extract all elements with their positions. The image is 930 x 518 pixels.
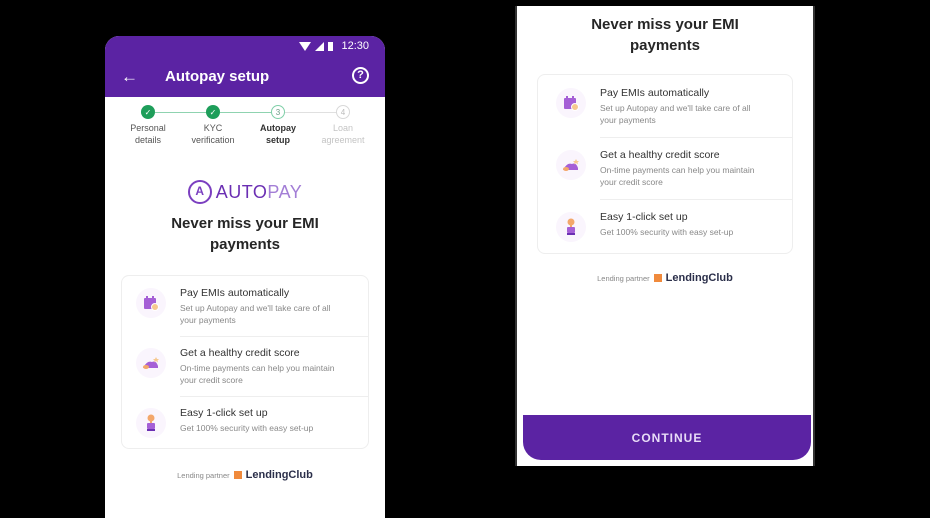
screenshot-canvas: 12:30 ← Autopay setup ? ✓ Personal detail… — [0, 0, 930, 518]
feature-item: Get a healthy credit score On-time payme… — [538, 137, 792, 199]
step-label: details — [134, 135, 161, 145]
lending-partner: Lending partner LendingClub — [517, 272, 813, 284]
feature-desc: your credit score — [600, 177, 663, 187]
step-label: Loan — [332, 123, 354, 133]
feature-item: Easy 1-click set up Get 100% security wi… — [122, 396, 368, 448]
feature-title: Get a healthy credit score — [180, 347, 300, 359]
lendingclub-logo-icon — [653, 274, 662, 282]
feature-desc: Set up Autopay and we'll take care of al… — [180, 303, 331, 313]
question-circle-icon[interactable]: ? — [352, 67, 369, 84]
one-click-icon — [136, 408, 166, 438]
status-bar: 12:30 — [299, 40, 369, 52]
one-click-icon — [556, 212, 586, 242]
status-time: 12:30 — [341, 40, 369, 52]
feature-title: Get a healthy credit score — [600, 149, 720, 161]
feature-item: Pay EMIs automatically Set up Autopay an… — [538, 75, 792, 137]
feature-desc: your payments — [180, 315, 236, 325]
partner-name: LendingClub — [665, 272, 733, 284]
feature-desc: On-time payments can help you maintain — [600, 165, 755, 175]
step-personal-details: ✓ Personal details — [113, 105, 183, 146]
calendar-icon — [556, 88, 586, 118]
wifi-icon — [299, 41, 312, 51]
step-number: 4 — [336, 105, 350, 119]
autopay-icon: A — [187, 180, 212, 204]
check-icon: ✓ — [141, 105, 155, 119]
feature-item: Get a healthy credit score On-time payme… — [122, 336, 368, 396]
headline-line: Never miss your EMI — [591, 16, 739, 33]
battery-icon — [328, 41, 334, 51]
progress-stepper: ✓ Personal details ✓ KYC verification 3 Au… — [105, 105, 385, 165]
continue-button[interactable]: CONTINUE — [523, 415, 811, 460]
logo-text-auto: AUTO — [215, 181, 268, 202]
arrow-left-icon[interactable]: ← — [121, 68, 145, 85]
step-label: agreement — [321, 135, 365, 145]
feature-title: Easy 1-click set up — [180, 407, 268, 419]
page-title: Autopay setup — [165, 67, 270, 85]
headline-line: payments — [209, 236, 281, 253]
feature-desc: your payments — [600, 115, 656, 125]
check-icon: ✓ — [206, 105, 220, 119]
feature-item: Easy 1-click set up Get 100% security wi… — [538, 199, 792, 253]
feature-desc: Get 100% security with easy set-up — [180, 423, 314, 433]
feature-title: Pay EMIs automatically — [180, 287, 290, 299]
calendar-icon — [136, 288, 166, 318]
signal-icon — [315, 41, 325, 51]
partner-name: LendingClub — [245, 469, 313, 481]
feature-desc: Get 100% security with easy set-up — [600, 227, 734, 237]
step-autopay-setup: 3 Autopay setup — [243, 105, 313, 146]
step-label: KYC — [203, 123, 223, 133]
features-card: Pay EMIs automatically Set up Autopay an… — [121, 275, 369, 449]
feature-title: Pay EMIs automatically — [600, 87, 710, 99]
step-loan-agreement: 4 Loan agreement — [308, 105, 378, 146]
headline: Never miss your EMI payments — [517, 14, 813, 56]
step-label: Autopay — [260, 123, 296, 133]
features-card: Pay EMIs automatically Set up Autopay an… — [537, 74, 793, 254]
feature-desc: your credit score — [180, 375, 243, 385]
step-number: 3 — [271, 105, 285, 119]
headline-line: payments — [629, 37, 701, 54]
step-label: setup — [265, 135, 290, 145]
step-label: verification — [191, 135, 235, 145]
headline: Never miss your EMI payments — [105, 213, 385, 255]
right-phone-screen: Never miss your EMI payments Pay EMIs au… — [515, 6, 815, 466]
step-label: Personal — [130, 123, 166, 133]
credit-score-icon — [556, 150, 586, 180]
feature-title: Easy 1-click set up — [600, 211, 688, 223]
autopay-logo: A AUTOPAY — [105, 180, 385, 204]
lending-partner: Lending partner LendingClub — [105, 469, 385, 481]
left-phone-screen: 12:30 ← Autopay setup ? ✓ Personal detail… — [105, 36, 385, 518]
feature-desc: Set up Autopay and we'll take care of al… — [600, 103, 751, 113]
lendingclub-logo-icon — [233, 471, 242, 479]
credit-score-icon — [136, 348, 166, 378]
logo-text-pay: PAY — [267, 181, 303, 202]
step-kyc-verification: ✓ KYC verification — [178, 105, 248, 146]
partner-label: Lending partner — [177, 470, 230, 480]
partner-label: Lending partner — [597, 273, 650, 283]
app-bar: 12:30 ← Autopay setup ? — [105, 36, 385, 97]
feature-desc: On-time payments can help you maintain — [180, 363, 335, 373]
feature-item: Pay EMIs automatically Set up Autopay an… — [122, 276, 368, 336]
headline-line: Never miss your EMI — [171, 215, 319, 232]
